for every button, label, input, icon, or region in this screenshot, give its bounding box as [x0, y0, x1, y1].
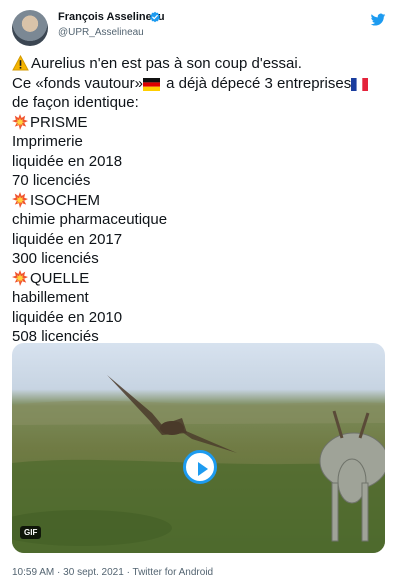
company-layoffs: 300 licenciés [12, 250, 99, 267]
explosion-emoji [12, 191, 28, 208]
tweet-header: François Asselineau @UPR_Asselineau [12, 10, 391, 50]
company-name-line: ISOCHEM [12, 191, 392, 211]
explosion-emoji [12, 113, 28, 130]
warning-emoji [12, 55, 29, 71]
company-name: ISOCHEM [30, 191, 101, 209]
gif-media[interactable]: GIF [12, 343, 385, 553]
author-handle[interactable]: @UPR_Asselineau [58, 27, 144, 38]
tweet-text: Aurelius n'en est pas à son coup d'essai… [12, 54, 392, 347]
company-sector: Imprimerie [12, 133, 83, 150]
france-flag-emoji [351, 77, 369, 91]
company-fate: liquidée en 2018 [12, 152, 123, 170]
company-name-line: PRISME [12, 113, 392, 133]
company-fate: liquidée en 2010 [12, 308, 123, 326]
avatar[interactable] [12, 10, 48, 46]
tweet-line-3: de façon identique: [12, 94, 139, 111]
verified-badge-icon [150, 11, 160, 23]
company-fate: liquidée en 2017 [12, 230, 123, 248]
tweet-metadata: 10:59 AM · 30 sept. 2021 · Twitter for A… [12, 567, 213, 578]
tweet-date[interactable]: 30 sept. 2021 [63, 567, 124, 578]
company-name: PRISME [30, 113, 88, 131]
meta-separator: · [126, 567, 130, 578]
explosion-emoji [12, 269, 28, 286]
companies-count-text: a déjà dépecé 3 entreprises [161, 74, 352, 92]
twitter-bird-icon[interactable] [370, 12, 386, 28]
gif-preview-image [12, 375, 385, 553]
tweet-line-2: Ce «fonds vautour» a déjà dépecé 3 entre… [12, 74, 392, 94]
fund-text: Ce «fonds vautour» [12, 74, 143, 92]
meta-separator: · [57, 567, 61, 578]
company-sector: chimie pharmaceutique [12, 211, 168, 228]
intro-line: Aurelius n'en est pas à son coup d'essai… [31, 55, 302, 72]
company-layoffs: 70 licenciés [12, 172, 91, 189]
germany-flag-emoji [142, 77, 160, 91]
tweet-source[interactable]: Twitter for Android [133, 567, 214, 578]
play-button[interactable] [183, 450, 217, 484]
tweet-time[interactable]: 10:59 AM [12, 567, 54, 578]
gif-badge: GIF [20, 526, 42, 539]
company-name-line: QUELLE [12, 269, 392, 289]
tweet-line-1: Aurelius n'en est pas à son coup d'essai… [12, 54, 392, 74]
company-sector: habillement [12, 289, 89, 306]
company-name: QUELLE [30, 269, 90, 287]
